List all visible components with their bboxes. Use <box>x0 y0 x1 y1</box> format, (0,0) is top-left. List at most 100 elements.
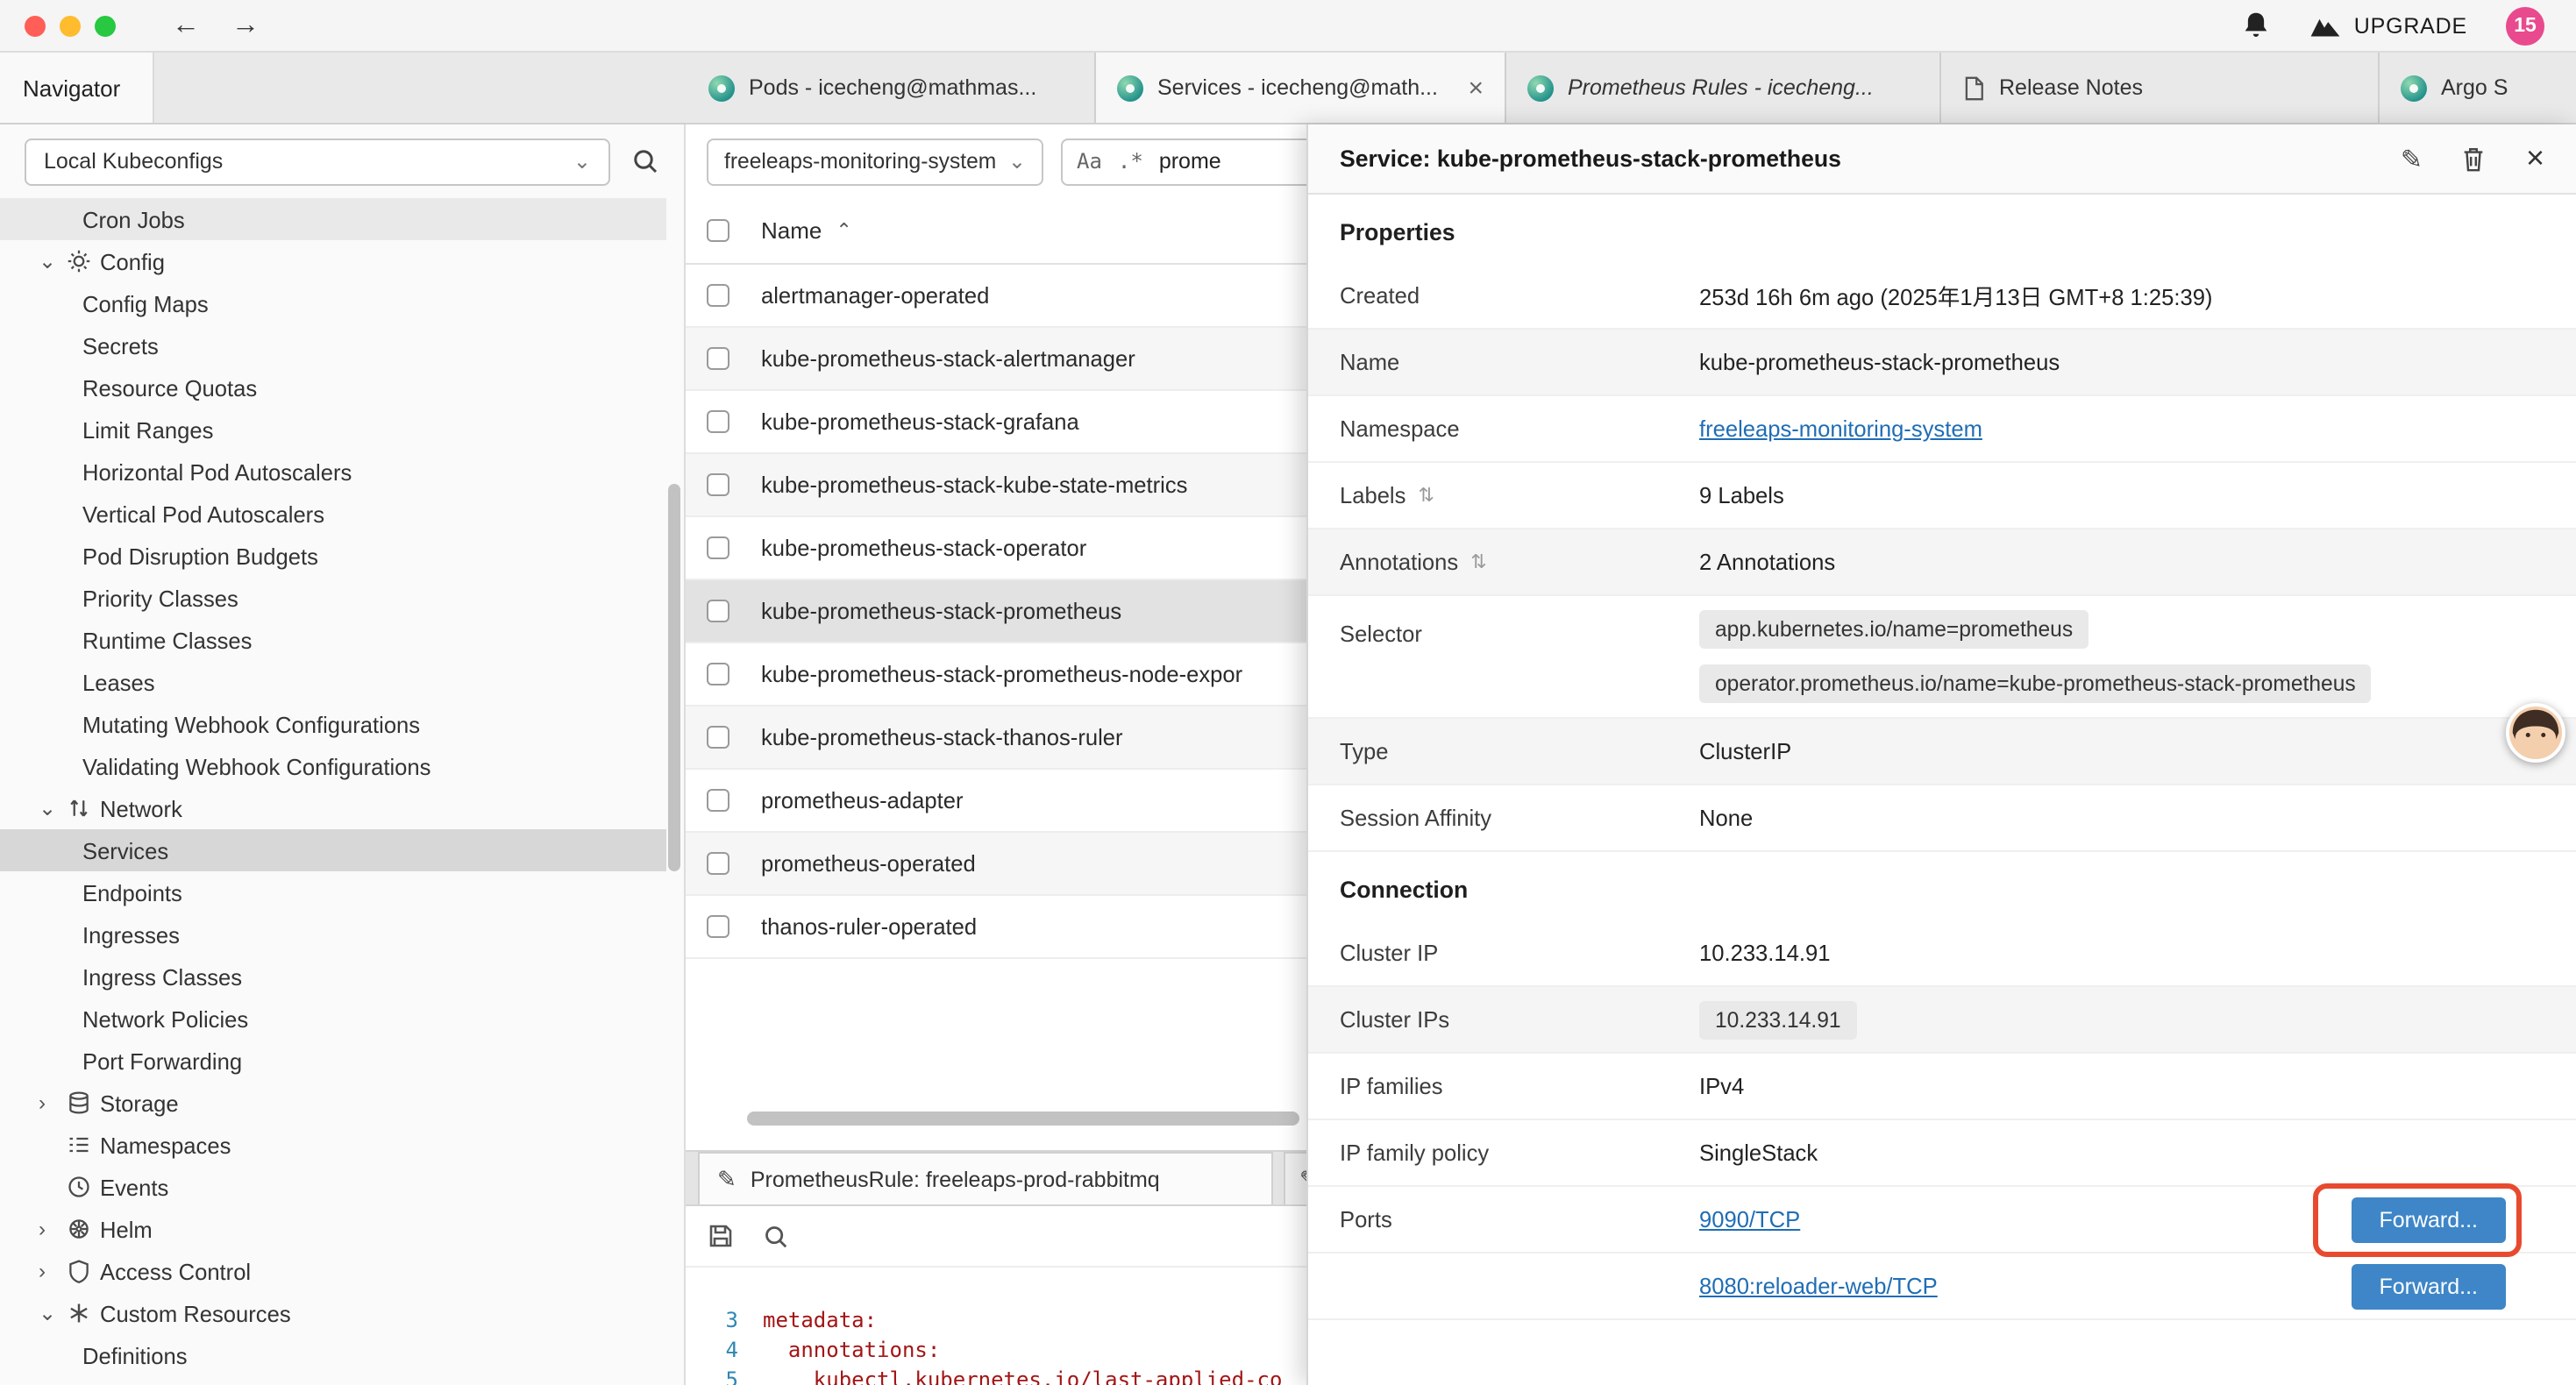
editor-search-icon[interactable] <box>763 1223 789 1249</box>
tree-item[interactable]: › Access Control <box>0 1250 666 1292</box>
edit-pencil-icon[interactable]: ✎ <box>2401 143 2423 174</box>
tree-item[interactable]: Resource Quotas <box>0 366 666 408</box>
detail-row-labels[interactable]: Labels ⇅ 9 Labels <box>1308 463 2576 529</box>
app-tab[interactable]: Services - icecheng@math... × <box>1096 53 1506 123</box>
tree-item[interactable]: Runtime Classes <box>0 619 666 661</box>
tree-item[interactable]: Validating Webhook Configurations <box>0 745 666 787</box>
row-checkbox[interactable] <box>707 726 729 749</box>
row-checkbox[interactable] <box>707 473 729 496</box>
forward-port-button[interactable]: Forward... <box>2351 1197 2506 1242</box>
close-icon[interactable]: × <box>2526 140 2544 177</box>
row-checkbox[interactable] <box>707 789 729 812</box>
detail-row-created: Created 253d 16h 6m ago (2025年1月13日 GMT+… <box>1308 263 2576 330</box>
forward-port-button[interactable]: Forward... <box>2351 1263 2506 1309</box>
editor-tab[interactable]: ✎ PrometheusRule: freeleaps-prod-rabbitm… <box>698 1152 1273 1204</box>
tree-item[interactable]: Port Forwarding <box>0 1040 666 1082</box>
expand-sorter-icon[interactable]: ⇅ <box>1418 484 1434 507</box>
detail-row-session-affinity: Session Affinity None <box>1308 785 2576 852</box>
row-checkbox[interactable] <box>707 663 729 685</box>
tree-item-label: Custom Resources <box>100 1300 291 1326</box>
tab-close-icon[interactable]: × <box>1457 73 1484 103</box>
row-checkbox[interactable] <box>707 600 729 622</box>
tree-item[interactable]: ⌄ Config <box>0 240 666 282</box>
tree-item[interactable]: Services <box>0 829 666 871</box>
tree-item[interactable]: Leases <box>0 661 666 703</box>
tree-item[interactable]: Mutating Webhook Configurations <box>0 703 666 745</box>
tree-caret-icon[interactable]: › <box>39 1090 67 1115</box>
app-tab[interactable]: Pods - icecheng@mathmas... <box>687 53 1096 123</box>
mountain-icon <box>2310 13 2342 38</box>
sidebar-scrollbar[interactable] <box>668 484 680 871</box>
service-name: alertmanager-operated <box>761 282 989 309</box>
tree-caret-icon[interactable]: ⌄ <box>39 249 67 273</box>
user-avatar[interactable] <box>2506 703 2565 763</box>
row-checkbox[interactable] <box>707 284 729 307</box>
notification-count-badge[interactable]: 15 <box>2506 6 2544 45</box>
detail-row-annotations[interactable]: Annotations ⇅ 2 Annotations <box>1308 529 2576 596</box>
tree-item[interactable]: › Storage <box>0 1082 666 1124</box>
row-checkbox[interactable] <box>707 915 729 938</box>
properties-section-heading: Properties <box>1308 195 2576 263</box>
tree-item[interactable]: Pod Disruption Budgets <box>0 535 666 577</box>
tree-item[interactable]: Priority Classes <box>0 577 666 619</box>
navigator-panel-tab[interactable]: Navigator <box>0 53 154 123</box>
tree-item[interactable]: Definitions <box>0 1334 666 1376</box>
search-input[interactable] <box>1159 149 1299 174</box>
tree-item[interactable]: Namespaces <box>0 1124 666 1166</box>
tree-item[interactable]: Limit Ranges <box>0 408 666 451</box>
forward-button[interactable]: → <box>224 11 267 39</box>
namespace-link[interactable]: freeleaps-monitoring-system <box>1699 416 1982 442</box>
tree-item[interactable]: Horizontal Pod Autoscalers <box>0 451 666 493</box>
tree-item[interactable]: › Helm <box>0 1208 666 1250</box>
tree-item[interactable]: Network Policies <box>0 998 666 1040</box>
line-number: 3 <box>686 1306 763 1336</box>
select-all-checkbox[interactable] <box>707 219 729 242</box>
save-icon[interactable] <box>707 1222 735 1250</box>
tree-item-label: Priority Classes <box>82 585 238 611</box>
upgrade-button[interactable]: UPGRADE <box>2310 13 2467 38</box>
regex-toggle[interactable]: .* <box>1118 149 1143 174</box>
tree-item[interactable]: Cron Jobs <box>0 198 666 240</box>
sidebar-search-icon[interactable] <box>631 147 659 175</box>
tree-caret-icon[interactable]: ⌄ <box>39 796 67 820</box>
port-link[interactable]: 8080:reloader-web/TCP <box>1699 1273 1938 1299</box>
app-tab[interactable]: Argo S <box>2380 53 2576 123</box>
tree-item[interactable]: Config Maps <box>0 282 666 324</box>
tree-item[interactable]: ⌄ Custom Resources <box>0 1292 666 1334</box>
row-checkbox[interactable] <box>707 347 729 370</box>
service-name: kube-prometheus-stack-kube-state-metrics <box>761 472 1187 498</box>
tree-item[interactable]: Vertical Pod Autoscalers <box>0 493 666 535</box>
tree-caret-icon[interactable]: ⌄ <box>39 1301 67 1325</box>
zoom-window-button[interactable] <box>95 15 116 36</box>
port-link[interactable]: 9090/TCP <box>1699 1206 1800 1232</box>
app-tab[interactable]: Prometheus Rules - icecheng... <box>1506 53 1941 123</box>
expand-sorter-icon[interactable]: ⇅ <box>1470 550 1486 573</box>
tree-caret-icon[interactable]: › <box>39 1259 67 1283</box>
notifications-bell-icon[interactable] <box>2242 11 2272 40</box>
row-checkbox[interactable] <box>707 410 729 433</box>
app-tab[interactable]: Release Notes <box>1941 53 2380 123</box>
horizontal-scrollbar[interactable] <box>747 1112 1299 1126</box>
tree-item-label: Resource Quotas <box>82 374 257 401</box>
tree-item[interactable]: Endpoints <box>0 871 666 913</box>
tab-label: Services - icecheng@math... <box>1157 75 1438 100</box>
delete-trash-icon[interactable] <box>2461 145 2487 173</box>
row-checkbox[interactable] <box>707 536 729 559</box>
close-window-button[interactable] <box>25 15 46 36</box>
tree-caret-icon[interactable]: › <box>39 1217 67 1241</box>
tree-item-icon <box>67 1133 100 1157</box>
tree-item[interactable]: Ingresses <box>0 913 666 955</box>
tree-item[interactable]: Ingress Classes <box>0 955 666 998</box>
tree-item[interactable]: ⌄ Network <box>0 787 666 829</box>
name-column-header[interactable]: Name ⌃ <box>761 217 852 244</box>
minimize-window-button[interactable] <box>60 15 81 36</box>
tree-item[interactable]: Secrets <box>0 324 666 366</box>
kubeconfig-selector[interactable]: Local Kubeconfigs ⌄ <box>25 138 610 185</box>
back-button[interactable]: ← <box>165 11 207 39</box>
sort-ascending-icon: ⌃ <box>836 219 851 242</box>
namespace-selector[interactable]: freeleaps-monitoring-system ⌄ <box>707 138 1043 185</box>
match-case-toggle[interactable]: Aa <box>1077 149 1102 174</box>
tree-item[interactable]: Events <box>0 1166 666 1208</box>
row-checkbox[interactable] <box>707 852 729 875</box>
navigator-sidebar: Local Kubeconfigs ⌄ <box>0 124 686 1385</box>
